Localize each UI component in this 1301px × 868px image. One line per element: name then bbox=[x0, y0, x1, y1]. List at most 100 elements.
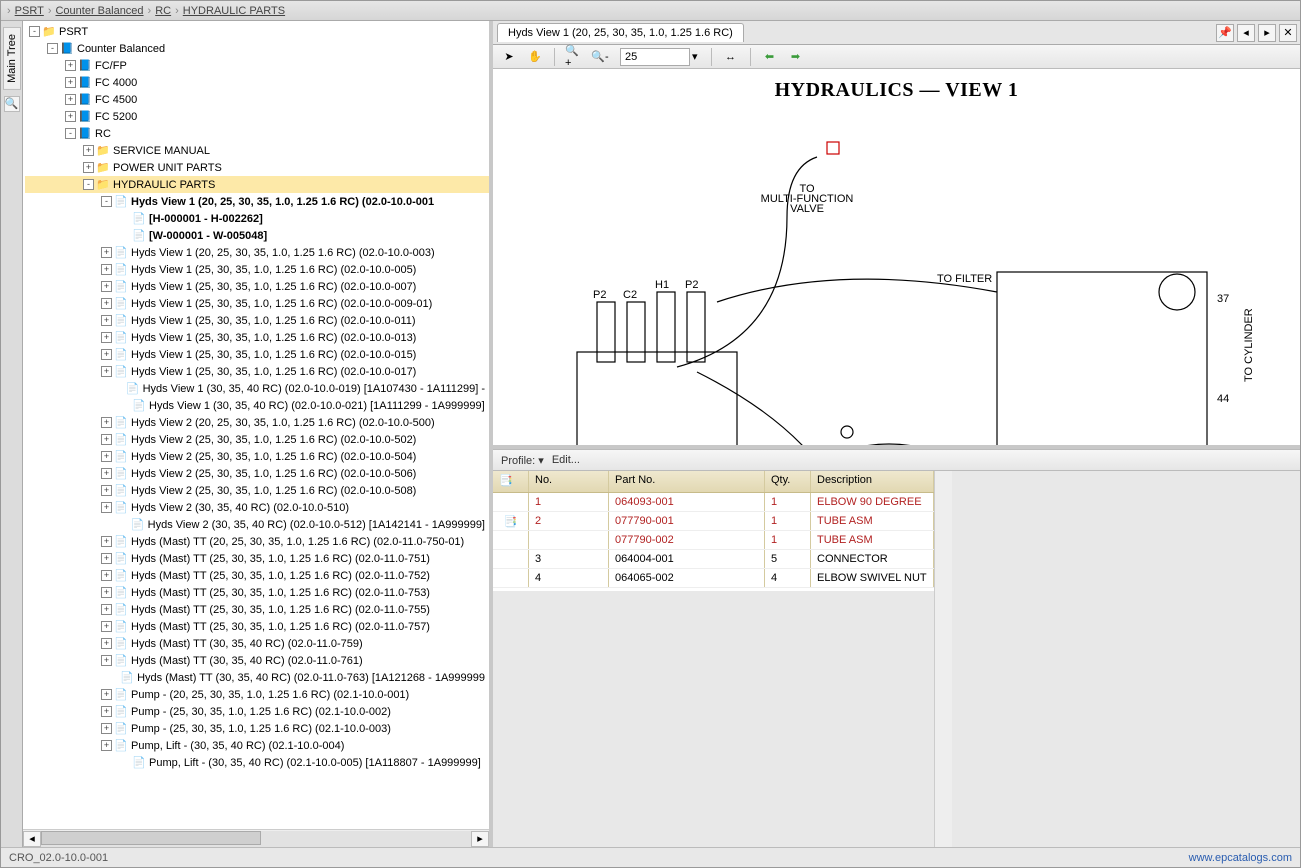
tree-row[interactable]: -📘RC bbox=[25, 125, 489, 142]
tree-row[interactable]: +📄Hyds (Mast) TT (20, 25, 30, 35, 1.0, 1… bbox=[25, 533, 489, 550]
tree-toggle-icon[interactable]: - bbox=[29, 26, 40, 37]
tree-toggle-icon[interactable]: + bbox=[101, 434, 112, 445]
tree-row[interactable]: 📄Hyds View 2 (30, 35, 40 RC) (02.0-10.0-… bbox=[25, 516, 489, 533]
breadcrumb-item[interactable]: HYDRAULIC PARTS bbox=[183, 5, 285, 17]
tree-label[interactable]: FC/FP bbox=[95, 60, 127, 72]
tree-label[interactable]: Counter Balanced bbox=[77, 43, 165, 55]
tree-label[interactable]: Hyds View 1 (25, 30, 35, 1.0, 1.25 1.6 R… bbox=[131, 315, 416, 327]
pin-icon[interactable]: 📌 bbox=[1216, 24, 1234, 42]
col-no[interactable]: No. bbox=[529, 471, 609, 492]
tree-row[interactable]: +📄Hyds (Mast) TT (30, 35, 40 RC) (02.0-1… bbox=[25, 652, 489, 669]
tree-toggle-icon[interactable]: + bbox=[65, 60, 76, 71]
tree-toggle-icon[interactable]: + bbox=[65, 94, 76, 105]
tree-row[interactable]: +📄Pump - (25, 30, 35, 1.0, 1.25 1.6 RC) … bbox=[25, 720, 489, 737]
tree-toggle-icon[interactable]: + bbox=[101, 315, 112, 326]
tree-label[interactable]: FC 5200 bbox=[95, 111, 137, 123]
tree-toggle-icon[interactable]: + bbox=[101, 536, 112, 547]
pan-icon[interactable]: ✋ bbox=[525, 47, 545, 67]
tree-row[interactable]: +📄Hyds View 2 (30, 35, 40 RC) (02.0-10.0… bbox=[25, 499, 489, 516]
tree-row[interactable]: +📄Hyds (Mast) TT (25, 30, 35, 1.0, 1.25 … bbox=[25, 618, 489, 635]
zoom-out-icon[interactable]: 🔍- bbox=[590, 47, 610, 67]
tree-label[interactable]: Hyds View 1 (25, 30, 35, 1.0, 1.25 1.6 R… bbox=[131, 298, 432, 310]
tree-hscroll[interactable]: ◂ ▸ bbox=[23, 829, 489, 847]
tree-label[interactable]: Hyds View 1 (30, 35, 40 RC) (02.0-10.0-0… bbox=[149, 400, 485, 412]
document-tab[interactable]: Hyds View 1 (20, 25, 30, 35, 1.0, 1.25 1… bbox=[497, 23, 744, 42]
col-qty[interactable]: Qty. bbox=[765, 471, 811, 492]
tree-toggle-icon[interactable]: + bbox=[101, 502, 112, 513]
tree-row[interactable]: +📄Hyds (Mast) TT (30, 35, 40 RC) (02.0-1… bbox=[25, 635, 489, 652]
tree-label[interactable]: RC bbox=[95, 128, 111, 140]
tree-label[interactable]: Hyds (Mast) TT (30, 35, 40 RC) (02.0-11.… bbox=[131, 655, 363, 667]
tree-toggle-icon[interactable]: + bbox=[101, 553, 112, 564]
tree-label[interactable]: Hyds View 2 (25, 30, 35, 1.0, 1.25 1.6 R… bbox=[131, 468, 416, 480]
tree-row[interactable]: +📄Hyds View 1 (20, 25, 30, 35, 1.0, 1.25… bbox=[25, 244, 489, 261]
tree-label[interactable]: [W-000001 - W-005048] bbox=[149, 230, 267, 242]
tree-row[interactable]: +📄Hyds (Mast) TT (25, 30, 35, 1.0, 1.25 … bbox=[25, 567, 489, 584]
tree-toggle-icon[interactable]: + bbox=[65, 77, 76, 88]
tree-toggle-icon[interactable]: + bbox=[101, 740, 112, 751]
dropdown-icon[interactable]: ▾ bbox=[692, 50, 698, 63]
scroll-thumb[interactable] bbox=[41, 831, 261, 845]
tree-row[interactable]: +📄Hyds View 1 (25, 30, 35, 1.0, 1.25 1.6… bbox=[25, 363, 489, 380]
tree-label[interactable]: Hyds (Mast) TT (25, 30, 35, 1.0, 1.25 1.… bbox=[131, 604, 430, 616]
tree-row[interactable]: +📄Hyds View 1 (25, 30, 35, 1.0, 1.25 1.6… bbox=[25, 329, 489, 346]
tree-label[interactable]: Hyds View 1 (25, 30, 35, 1.0, 1.25 1.6 R… bbox=[131, 349, 416, 361]
tree-row[interactable]: 📄Hyds (Mast) TT (30, 35, 40 RC) (02.0-11… bbox=[25, 669, 489, 686]
tree-label[interactable]: Hyds View 1 (25, 30, 35, 1.0, 1.25 1.6 R… bbox=[131, 264, 416, 276]
tree-label[interactable]: Hyds (Mast) TT (25, 30, 35, 1.0, 1.25 1.… bbox=[131, 587, 430, 599]
tree-toggle-icon[interactable]: + bbox=[101, 264, 112, 275]
tree-row[interactable]: 📄[H-000001 - H-002262] bbox=[25, 210, 489, 227]
tree-row[interactable]: +📄Hyds View 1 (25, 30, 35, 1.0, 1.25 1.6… bbox=[25, 278, 489, 295]
tree-toggle-icon[interactable]: + bbox=[101, 281, 112, 292]
tree-toggle-icon[interactable]: + bbox=[101, 638, 112, 649]
fit-width-icon[interactable]: ↔ bbox=[721, 47, 741, 67]
tree-row[interactable]: +📄Hyds View 2 (25, 30, 35, 1.0, 1.25 1.6… bbox=[25, 465, 489, 482]
tab-main-tree[interactable]: Main Tree bbox=[3, 27, 21, 90]
tree-label[interactable]: Hyds View 1 (30, 35, 40 RC) (02.0-10.0-0… bbox=[143, 383, 485, 395]
tree-label[interactable]: Hyds View 2 (20, 25, 30, 35, 1.0, 1.25 1… bbox=[131, 417, 435, 429]
tree-row[interactable]: +📄Pump - (20, 25, 30, 35, 1.0, 1.25 1.6 … bbox=[25, 686, 489, 703]
parts-vscroll[interactable] bbox=[934, 471, 952, 847]
tree-toggle-icon[interactable]: - bbox=[101, 196, 112, 207]
diagram-viewer[interactable]: HYDRAULICS — VIEW 1 TO MULTI-FUNCTION VA… bbox=[493, 69, 1300, 449]
tree-row[interactable]: 📄[W-000001 - W-005048] bbox=[25, 227, 489, 244]
table-row[interactable]: 4064065-0024ELBOW SWIVEL NUT bbox=[493, 569, 934, 588]
nav-forward-icon[interactable]: ➡ bbox=[786, 47, 806, 67]
tree-label[interactable]: Hyds View 1 (25, 30, 35, 1.0, 1.25 1.6 R… bbox=[131, 366, 416, 378]
tree-row[interactable]: +📄Hyds View 2 (20, 25, 30, 35, 1.0, 1.25… bbox=[25, 414, 489, 431]
tree-label[interactable]: Hyds (Mast) TT (25, 30, 35, 1.0, 1.25 1.… bbox=[131, 570, 430, 582]
tree-row[interactable]: +📘FC 4000 bbox=[25, 74, 489, 91]
tree-toggle-icon[interactable]: + bbox=[101, 247, 112, 258]
tree-row[interactable]: +📘FC 4500 bbox=[25, 91, 489, 108]
tree-toggle-icon[interactable]: + bbox=[101, 621, 112, 632]
tree-toggle-icon[interactable]: + bbox=[101, 723, 112, 734]
tree-label[interactable]: Hyds View 2 (25, 30, 35, 1.0, 1.25 1.6 R… bbox=[131, 434, 416, 446]
tree-label[interactable]: Pump - (25, 30, 35, 1.0, 1.25 1.6 RC) (0… bbox=[131, 706, 391, 718]
tree-label[interactable]: Pump - (25, 30, 35, 1.0, 1.25 1.6 RC) (0… bbox=[131, 723, 391, 735]
tree-row[interactable]: +📄Hyds (Mast) TT (25, 30, 35, 1.0, 1.25 … bbox=[25, 584, 489, 601]
table-row[interactable]: 3064004-0015CONNECTOR bbox=[493, 550, 934, 569]
tree-row[interactable]: -📘Counter Balanced bbox=[25, 40, 489, 57]
close-tab-icon[interactable]: ✕ bbox=[1279, 24, 1297, 42]
tree-row[interactable]: +📘FC 5200 bbox=[25, 108, 489, 125]
tree-label[interactable]: SERVICE MANUAL bbox=[113, 145, 210, 157]
tree-label[interactable]: [H-000001 - H-002262] bbox=[149, 213, 263, 225]
pointer-icon[interactable]: ➤ bbox=[499, 47, 519, 67]
status-link[interactable]: www.epcatalogs.com bbox=[1189, 852, 1292, 864]
tree-toggle-icon[interactable]: + bbox=[83, 162, 94, 173]
tree-row[interactable]: -📁HYDRAULIC PARTS bbox=[25, 176, 489, 193]
tree-label[interactable]: Hyds (Mast) TT (30, 35, 40 RC) (02.0-11.… bbox=[137, 672, 485, 684]
tree-row[interactable]: +📄Hyds View 1 (25, 30, 35, 1.0, 1.25 1.6… bbox=[25, 295, 489, 312]
tree-label[interactable]: HYDRAULIC PARTS bbox=[113, 179, 215, 191]
tree-row[interactable]: +📘FC/FP bbox=[25, 57, 489, 74]
tree-row[interactable]: +📄Hyds View 1 (25, 30, 35, 1.0, 1.25 1.6… bbox=[25, 261, 489, 278]
tree-view[interactable]: -📁PSRT-📘Counter Balanced+📘FC/FP+📘FC 4000… bbox=[23, 21, 489, 829]
tree-toggle-icon[interactable]: + bbox=[101, 587, 112, 598]
tree-label[interactable]: Hyds (Mast) TT (30, 35, 40 RC) (02.0-11.… bbox=[131, 638, 363, 650]
tree-toggle-icon[interactable]: + bbox=[65, 111, 76, 122]
breadcrumb-item[interactable]: Counter Balanced bbox=[55, 5, 143, 17]
tree-row[interactable]: +📄Hyds View 2 (25, 30, 35, 1.0, 1.25 1.6… bbox=[25, 448, 489, 465]
tree-toggle-icon[interactable]: + bbox=[83, 145, 94, 156]
tree-label[interactable]: Hyds View 1 (20, 25, 30, 35, 1.0, 1.25 1… bbox=[131, 247, 435, 259]
tree-label[interactable]: FC 4000 bbox=[95, 77, 137, 89]
